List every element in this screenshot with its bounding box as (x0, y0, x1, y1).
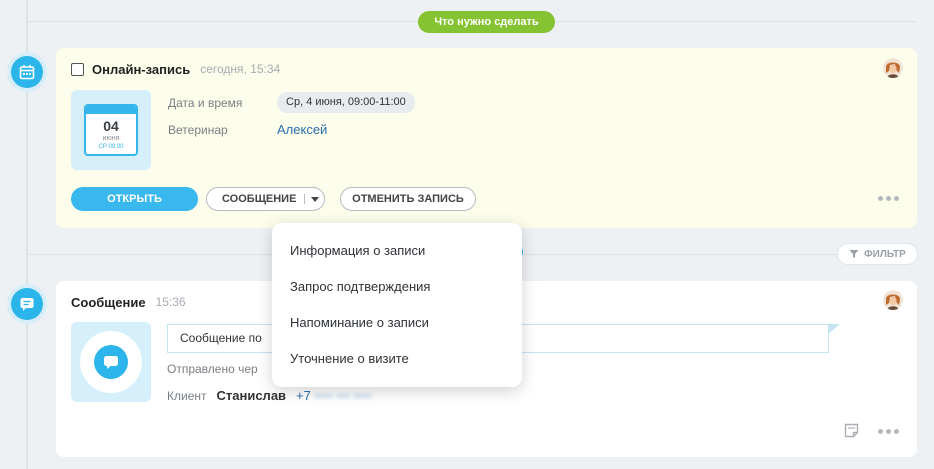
calendar-icon: 04 июня СР 09:00 (84, 104, 138, 156)
filter-label: Фильтр (864, 248, 906, 260)
vet-label: Ветеринар (168, 123, 228, 137)
appointment-card: Онлайн-запись сегодня, 15:34 04 июня СР … (56, 48, 917, 228)
vet-link[interactable]: Алексей (277, 122, 327, 137)
more-options-icon[interactable] (878, 429, 899, 434)
datetime-value: Ср, 4 июня, 09:00-11:00 (277, 92, 415, 113)
message-button-label: Сообщение (222, 193, 297, 205)
calendar-day: 04 (103, 118, 119, 134)
menu-item-appointment-info[interactable]: Информация о записи (272, 233, 522, 269)
appointment-title: Онлайн-запись (92, 61, 191, 77)
chevron-down-icon[interactable] (311, 196, 320, 202)
avatar[interactable] (883, 58, 903, 78)
more-options-icon[interactable] (878, 196, 899, 201)
client-name[interactable]: Станислав (217, 388, 287, 403)
note-icon[interactable] (844, 423, 859, 443)
todo-divider-label: Что нужно сделать (418, 11, 555, 33)
sent-via-label: Отправлено чер (167, 362, 258, 376)
cancel-appointment-button[interactable]: Отменить запись (340, 187, 476, 211)
menu-item-visit-clarification[interactable]: Уточнение о визите (272, 341, 522, 377)
datetime-label: Дата и время (168, 96, 243, 110)
filter-icon (849, 250, 859, 258)
message-template-dropdown: Информация о записи Запрос подтверждения… (272, 223, 522, 387)
chat-bubble-icon (94, 345, 128, 379)
open-button[interactable]: Открыть (71, 187, 198, 211)
appointment-calendar-thumb: 04 июня СР 09:00 (71, 90, 151, 170)
message-title: Сообщение (71, 294, 146, 310)
message-timeline-icon (11, 288, 43, 320)
filter-button[interactable]: Фильтр (837, 243, 918, 265)
message-button[interactable]: Сообщение (206, 187, 325, 211)
calendar-month: июня (102, 135, 120, 142)
client-phone-hidden: •••• ••• •••• (314, 388, 372, 403)
client-phone[interactable]: +7 •••• ••• •••• (296, 388, 372, 403)
menu-item-appointment-reminder[interactable]: Напоминание о записи (272, 305, 522, 341)
message-thumb (71, 322, 151, 402)
client-label: Клиент (167, 388, 207, 403)
calendar-sub: СР 09:00 (98, 144, 124, 150)
client-row: Клиент Станислав +7 •••• ••• •••• (167, 388, 372, 403)
appointment-time: сегодня, 15:34 (200, 62, 281, 76)
calendar-timeline-icon (11, 56, 43, 88)
appointment-checkbox[interactable] (71, 62, 84, 76)
menu-item-confirmation-request[interactable]: Запрос подтверждения (272, 269, 522, 305)
message-time: 15:36 (155, 295, 186, 309)
avatar[interactable] (883, 290, 903, 310)
